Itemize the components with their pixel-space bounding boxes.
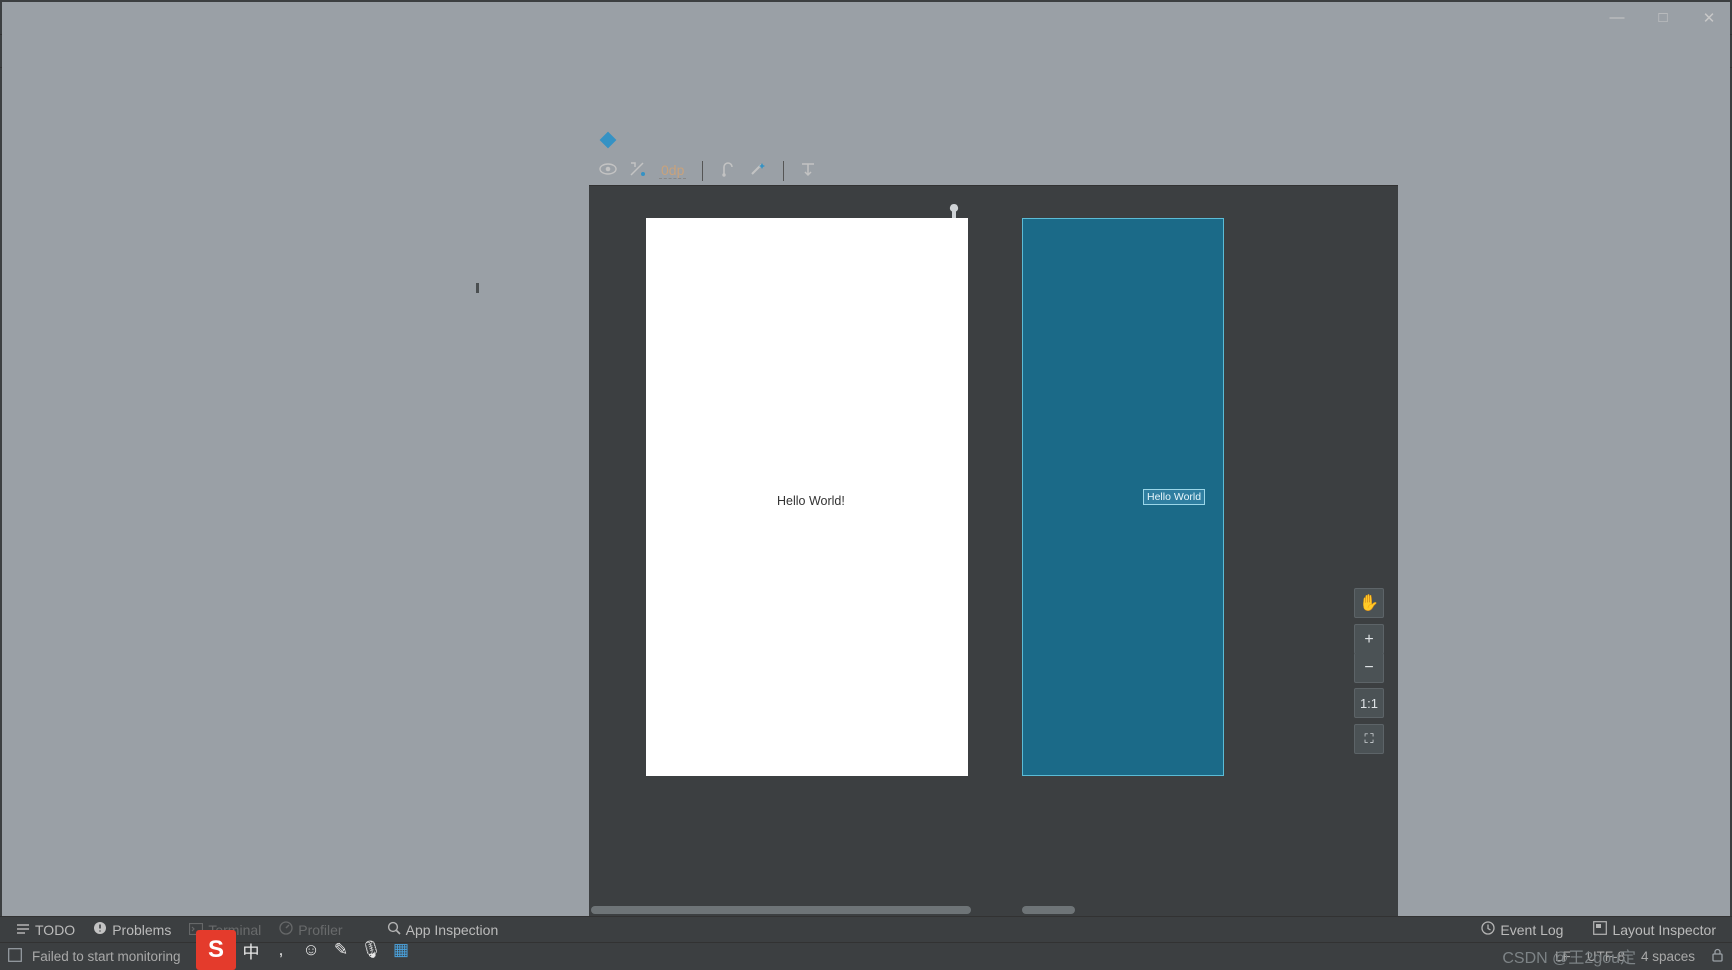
constraint-toolbar[interactable]: 0dp ? (589, 156, 1398, 186)
palette-body: Common Text Buttons Widgets Layouts Container… (334, 154, 588, 616)
view-options-icon[interactable] (599, 162, 617, 180)
tool-button-label: Problems (112, 921, 172, 938)
status-icon (8, 948, 22, 965)
fragment-icon (466, 258, 480, 270)
ime-punctuation-icon[interactable]: , (266, 930, 296, 970)
indent-label[interactable]: 4 spaces (1641, 949, 1695, 964)
window-controls[interactable]: — □ ✕ (1594, 0, 1732, 34)
blueprint-hello-text[interactable]: Hello World (1143, 489, 1206, 505)
palette-items[interactable]: Ab TextView Button ImageView RecyclerVi... Fr… (454, 154, 588, 616)
ime-microphone-icon[interactable]: 🎙 (356, 930, 386, 970)
ime-pen-icon[interactable]: ✎ (326, 930, 356, 970)
zoom-fit-button[interactable]: ⛶ (1354, 724, 1384, 754)
clear-constraints-icon[interactable] (629, 161, 647, 181)
maximize-button[interactable]: □ (1640, 0, 1686, 35)
minimize-button[interactable]: — (1594, 0, 1640, 35)
scrollbar-thumb-secondary[interactable] (1022, 906, 1075, 914)
scrollbar-thumb[interactable] (591, 906, 971, 914)
status-message: Failed to start monitoring (32, 949, 181, 964)
tool-button-label: TODO (35, 921, 76, 938)
tool-button-problems[interactable]: Problems (85, 919, 179, 940)
main-body: Project Resource Manager Structure Favor… (0, 68, 1732, 916)
tool-button-layout-inspector[interactable]: Layout Inspector (1585, 919, 1724, 940)
zoom-controls[interactable]: ✋ + − 1:1 ⛶ (1354, 588, 1384, 754)
magic-constraints-icon[interactable] (749, 161, 767, 181)
event-log-icon (1481, 921, 1496, 938)
help-icon[interactable]: ? (1371, 162, 1388, 179)
zoom-actual-button[interactable]: 1:1 (1354, 688, 1384, 718)
ime-emoji-icon[interactable]: ☺ (296, 930, 326, 970)
sogou-ime-icon[interactable]: S (196, 930, 236, 970)
canvas-horizontal-scrollbar[interactable] (589, 906, 1398, 914)
tool-button-event-log[interactable]: Event Log (1473, 919, 1571, 940)
tool-button-label: Layout Inspector (1612, 921, 1716, 938)
todo-icon (16, 922, 30, 938)
zoom-out-button[interactable]: − (1354, 653, 1384, 683)
palette-item-fragment[interactable]: Fragment... (454, 252, 588, 276)
tool-button-label: App Inspection (405, 921, 499, 938)
tool-button-todo[interactable]: TODO (8, 920, 83, 940)
infer-constraints-icon[interactable] (719, 161, 737, 181)
watermark-text: CSDN @王2gou定 (1502, 950, 1636, 967)
editor-area: activity_main.xml ✕ C MainActivity.java … (334, 68, 1708, 916)
design-area: Palette Common Text Buttons Widgets Layo… (334, 124, 1708, 916)
toolbar-divider (702, 160, 704, 181)
guideline-icon[interactable] (800, 161, 816, 181)
preview-hello-text[interactable]: Hello World! (777, 494, 845, 508)
switch-icon (466, 306, 481, 318)
ime-taskbar[interactable]: S 中 , ☺ ✎ 🎙 ▦ (196, 930, 416, 970)
close-button[interactable]: ✕ (1686, 0, 1732, 35)
device-preview[interactable]: Hello World! (646, 218, 968, 776)
tool-button-label: Event Log (1500, 921, 1564, 938)
default-margin-value[interactable]: 0dp (659, 162, 687, 179)
lock-icon[interactable] (1711, 948, 1724, 965)
layout-inspector-icon (1593, 921, 1608, 938)
scroll-icon (466, 282, 480, 294)
problems-icon (93, 921, 107, 938)
toolbar-divider (783, 160, 785, 181)
blueprint-preview[interactable]: Hello World (1022, 218, 1224, 776)
preview-canvas[interactable]: Hello World! Hello World ✋ + − 1:1 ⛶ (589, 186, 1398, 916)
tool-window-bar-right[interactable]: Event Log Layout Inspector (1473, 919, 1724, 940)
ime-chinese-mode-icon[interactable]: 中 (236, 930, 266, 970)
pan-tool-button[interactable]: ✋ (1354, 588, 1384, 618)
design-surface: Pixel 31 Demo01 Default (en-us) 0dp ? He… (589, 124, 1398, 916)
ime-toolbox-icon[interactable]: ▦ (386, 930, 416, 970)
palette-panel: Palette Common Text Buttons Widgets Layo… (334, 124, 589, 916)
zoom-in-button[interactable]: + (1354, 624, 1384, 654)
